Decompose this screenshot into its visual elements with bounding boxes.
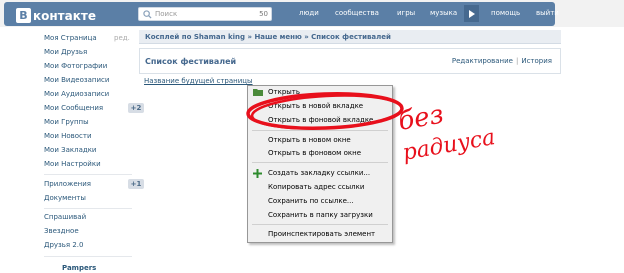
annotation-overlay: без радиуса [246,92,497,166]
annotation-circle-overlap [250,94,404,130]
annotation-word-1: без [396,99,446,136]
